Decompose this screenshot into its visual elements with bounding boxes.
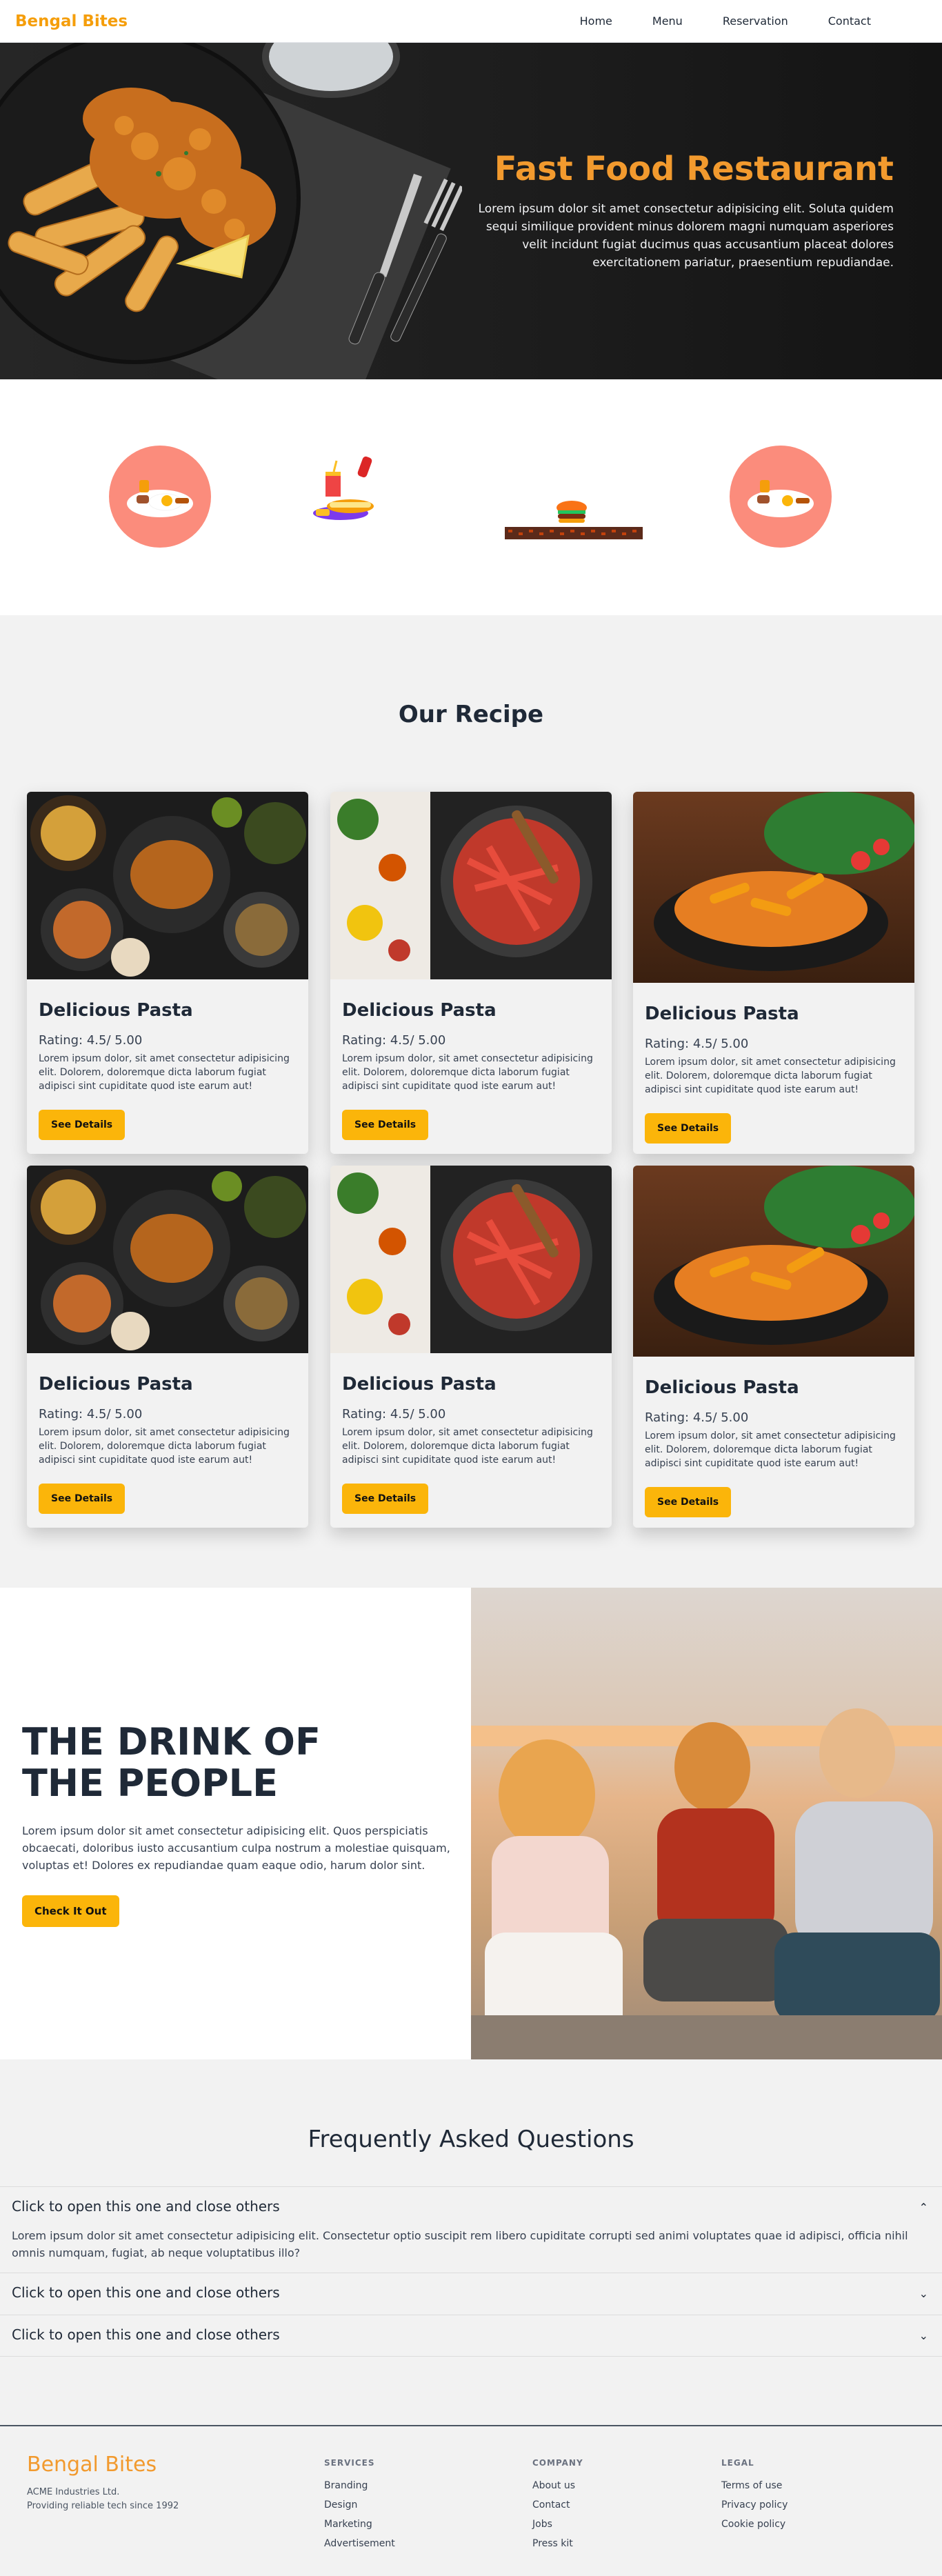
recipe-rating: Rating: 4.5/ 5.00 bbox=[342, 1033, 446, 1048]
recipe-card: Delicious Pasta Rating: 4.5/ 5.00 Lorem … bbox=[330, 1166, 612, 1528]
faq-answer: Lorem ipsum dolor sit amet consectetur a… bbox=[12, 2229, 908, 2259]
footer-logo[interactable]: Bengal Bites bbox=[27, 2453, 157, 2477]
drink-section: THE DRINK OF THE PEOPLE Lorem ipsum dolo… bbox=[0, 1588, 942, 2059]
footer-link[interactable]: Privacy policy bbox=[721, 2499, 788, 2510]
recipe-description: Lorem ipsum dolor, sit amet consectetur … bbox=[342, 1427, 593, 1466]
recipe-card: Delicious Pasta Rating: 4.5/ 5.00 Lorem … bbox=[633, 1166, 914, 1528]
navbar: Bengal Bites Home Menu Reservation Conta… bbox=[0, 0, 942, 43]
recipe-title: Delicious Pasta bbox=[342, 1000, 497, 1021]
faq-question[interactable]: Click to open this one and close others bbox=[12, 2326, 280, 2343]
see-details-button[interactable]: See Details bbox=[645, 1113, 732, 1144]
recipe-card: Delicious Pasta Rating: 4.5/ 5.00 Lorem … bbox=[27, 1166, 308, 1528]
footer-link[interactable]: Press kit bbox=[532, 2538, 583, 2549]
recipe-rating: Rating: 4.5/ 5.00 bbox=[342, 1407, 446, 1421]
recipe-title: Delicious Pasta bbox=[645, 1377, 799, 1398]
recipe-title: Delicious Pasta bbox=[645, 1004, 799, 1024]
footer-link[interactable]: Design bbox=[324, 2499, 395, 2510]
footer-link[interactable]: Branding bbox=[324, 2480, 395, 2491]
recipe-description: Lorem ipsum dolor, sit amet consectetur … bbox=[342, 1053, 593, 1092]
nav-link-menu[interactable]: Menu bbox=[652, 14, 683, 28]
recipe-description: Lorem ipsum dolor, sit amet consectetur … bbox=[645, 1057, 896, 1095]
nav-links: Home Menu Reservation Contact bbox=[540, 14, 871, 28]
footer-tagline: Providing reliable tech since 1992 bbox=[27, 2501, 179, 2511]
nav-link-reservation[interactable]: Reservation bbox=[723, 14, 788, 28]
recipe-section: Our Recipe Delicious Pasta Rating: 4.5/ … bbox=[0, 615, 942, 1588]
breakfast-icon bbox=[730, 446, 832, 548]
recipe-image bbox=[633, 1166, 914, 1357]
faq-section: Frequently Asked Questions Click to open… bbox=[0, 2059, 942, 2425]
chevron-up-icon[interactable]: ⌃ bbox=[919, 2201, 928, 2214]
burger-combo-icon bbox=[313, 456, 374, 520]
faq-item[interactable]: Click to open this one and close others … bbox=[0, 2186, 942, 2273]
recipe-section-title: Our Recipe bbox=[398, 701, 544, 728]
recipe-title: Delicious Pasta bbox=[342, 1374, 497, 1395]
drink-title: THE DRINK OF THE PEOPLE bbox=[22, 1720, 321, 1805]
footer-link[interactable]: Advertisement bbox=[324, 2538, 395, 2549]
recipe-card: Delicious Pasta Rating: 4.5/ 5.00 Lorem … bbox=[27, 792, 308, 1154]
recipe-description: Lorem ipsum dolor, sit amet consectetur … bbox=[645, 1430, 896, 1469]
footer-link[interactable]: Terms of use bbox=[721, 2480, 788, 2491]
footer-company-name: ACME Industries Ltd. bbox=[27, 2487, 120, 2497]
drink-text: Lorem ipsum dolor sit amet consectetur a… bbox=[22, 1824, 450, 1872]
nav-link-contact[interactable]: Contact bbox=[828, 14, 871, 28]
faq-question[interactable]: Click to open this one and close others bbox=[12, 2284, 280, 2301]
footer-heading: LEGAL bbox=[721, 2458, 754, 2468]
footer: Bengal Bites ACME Industries Ltd. Provid… bbox=[0, 2425, 942, 2576]
recipe-image bbox=[330, 1166, 612, 1353]
cutlery-icon bbox=[348, 174, 462, 345]
see-details-button[interactable]: See Details bbox=[342, 1110, 429, 1140]
faq-item[interactable]: Click to open this one and close others … bbox=[0, 2273, 942, 2315]
recipe-rating: Rating: 4.5/ 5.00 bbox=[39, 1033, 143, 1048]
footer-column-company: COMPANY About us Contact Jobs Press kit bbox=[532, 2458, 583, 2557]
see-details-button[interactable]: See Details bbox=[645, 1487, 732, 1517]
nav-link-home[interactable]: Home bbox=[580, 14, 612, 28]
recipe-image bbox=[27, 1166, 308, 1353]
recipe-rating: Rating: 4.5/ 5.00 bbox=[645, 1037, 749, 1051]
footer-link[interactable]: Contact bbox=[532, 2499, 583, 2510]
check-it-out-button[interactable]: Check It Out bbox=[22, 1895, 119, 1927]
recipe-image bbox=[27, 792, 308, 979]
recipe-rating: Rating: 4.5/ 5.00 bbox=[645, 1410, 749, 1425]
footer-link[interactable]: About us bbox=[532, 2480, 583, 2491]
footer-column-legal: LEGAL Terms of use Privacy policy Cookie… bbox=[721, 2458, 788, 2538]
chevron-down-icon[interactable]: ⌄ bbox=[919, 2329, 928, 2342]
recipe-title: Delicious Pasta bbox=[39, 1000, 193, 1021]
recipe-description: Lorem ipsum dolor, sit amet consectetur … bbox=[39, 1053, 290, 1092]
footer-link[interactable]: Marketing bbox=[324, 2519, 395, 2530]
footer-heading: SERVICES bbox=[324, 2458, 375, 2468]
footer-link[interactable]: Jobs bbox=[532, 2519, 583, 2530]
footer-link[interactable]: Cookie policy bbox=[721, 2519, 788, 2530]
recipe-card: Delicious Pasta Rating: 4.5/ 5.00 Lorem … bbox=[330, 792, 612, 1154]
recipe-image bbox=[633, 792, 914, 983]
hero-banner: Fast Food Restaurant Lorem ipsum dolor s… bbox=[0, 43, 942, 379]
faq-item[interactable]: Click to open this one and close others … bbox=[0, 2315, 942, 2357]
footer-heading: COMPANY bbox=[532, 2458, 583, 2468]
see-details-button[interactable]: See Details bbox=[39, 1484, 126, 1514]
logo[interactable]: Bengal Bites bbox=[15, 12, 128, 30]
recipe-title: Delicious Pasta bbox=[39, 1374, 193, 1395]
hero-food-image bbox=[8, 88, 276, 312]
hero-text: Lorem ipsum dolor sit amet consectetur a… bbox=[478, 202, 894, 270]
chevron-down-icon[interactable]: ⌄ bbox=[919, 2287, 928, 2300]
faq-question[interactable]: Click to open this one and close others bbox=[12, 2198, 280, 2215]
recipe-card: Delicious Pasta Rating: 4.5/ 5.00 Lorem … bbox=[633, 792, 914, 1154]
faq-title: Frequently Asked Questions bbox=[308, 2126, 634, 2153]
food-icons-row bbox=[0, 379, 942, 614]
hero-title: Fast Food Restaurant bbox=[494, 150, 894, 188]
breakfast-icon bbox=[109, 446, 211, 548]
footer-column-services: SERVICES Branding Design Marketing Adver… bbox=[324, 2458, 395, 2557]
burger-icon bbox=[505, 501, 643, 539]
see-details-button[interactable]: See Details bbox=[39, 1110, 126, 1140]
see-details-button[interactable]: See Details bbox=[342, 1484, 429, 1514]
recipe-description: Lorem ipsum dolor, sit amet consectetur … bbox=[39, 1427, 290, 1466]
friends-photo bbox=[471, 1588, 942, 2059]
recipe-image bbox=[330, 792, 612, 979]
recipe-rating: Rating: 4.5/ 5.00 bbox=[39, 1407, 143, 1421]
